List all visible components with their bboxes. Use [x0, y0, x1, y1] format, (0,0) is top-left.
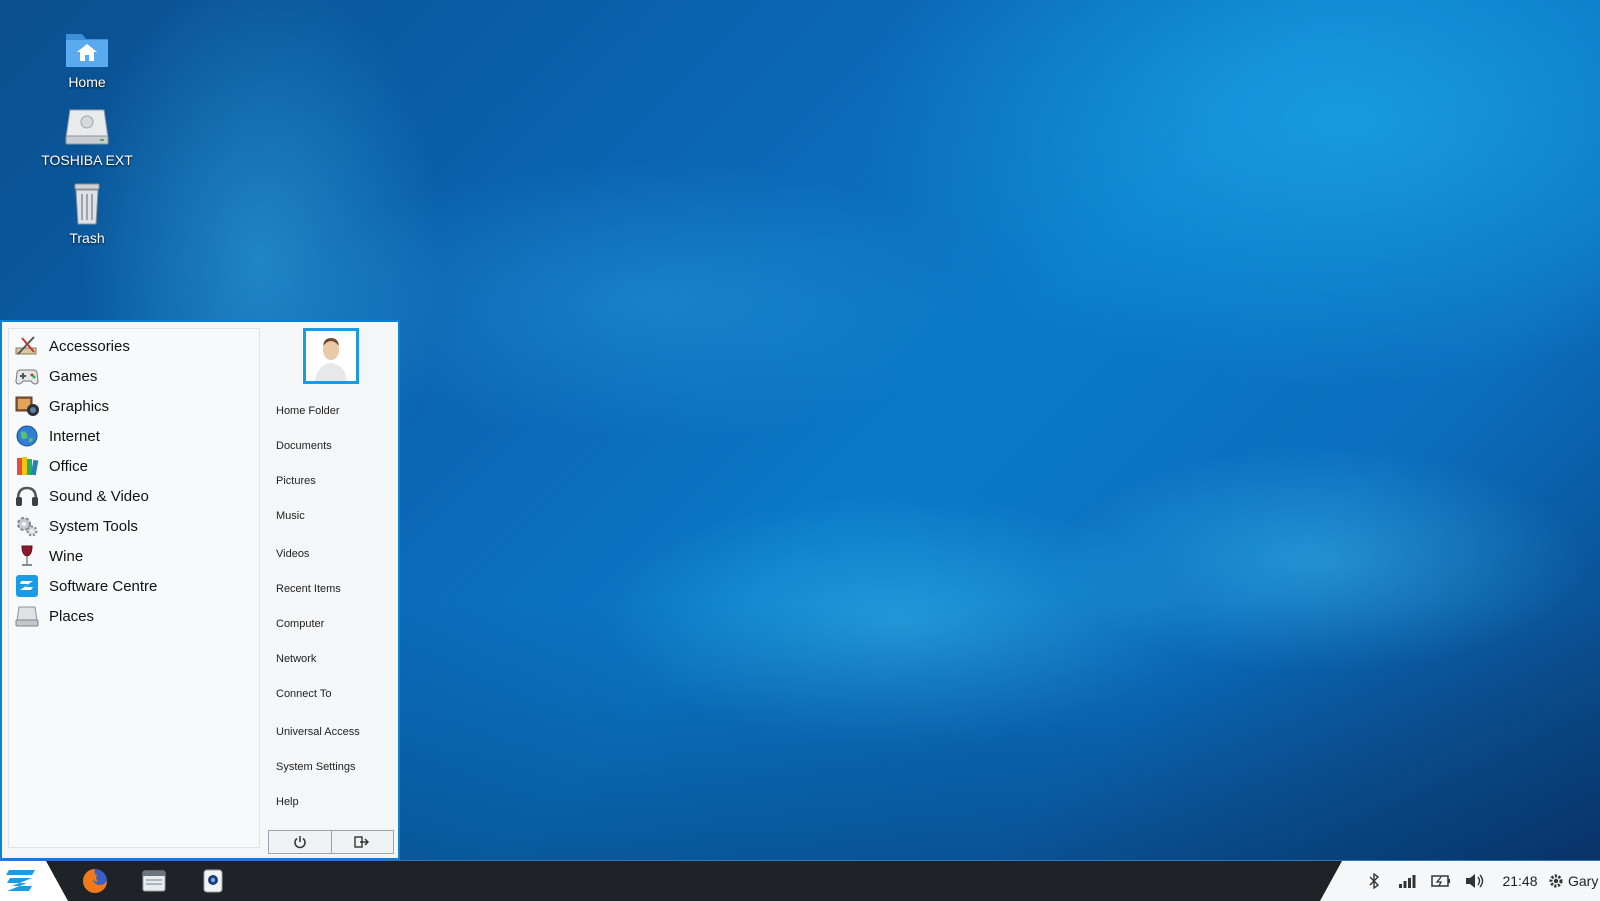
screenshot-icon [203, 869, 223, 893]
start-menu: Accessories Games Graphics Internet Offi [0, 320, 400, 860]
session-buttons [268, 830, 394, 854]
category-games[interactable]: Games [9, 361, 259, 391]
firefox-icon [83, 869, 107, 893]
place-universal-access[interactable]: Universal Access [276, 726, 360, 738]
category-system-tools[interactable]: System Tools [9, 511, 259, 541]
bluetooth-icon [1369, 873, 1380, 889]
desktop-icon-trash[interactable]: Trash [32, 180, 142, 246]
logout-icon [354, 836, 370, 848]
category-label: Software Centre [49, 577, 158, 595]
place-documents[interactable]: Documents [276, 440, 332, 452]
taskbar-file-manager-launcher[interactable] [139, 866, 169, 896]
place-pictures[interactable]: Pictures [276, 475, 316, 487]
user-name: Gary [1568, 873, 1599, 889]
category-office[interactable]: Office [9, 451, 259, 481]
tray-battery[interactable] [1427, 861, 1455, 901]
category-label: Office [49, 457, 88, 475]
office-icon [13, 453, 41, 479]
globe-icon [13, 423, 41, 449]
category-label: Sound & Video [49, 487, 149, 505]
external-drive-icon [65, 109, 109, 145]
taskbar-firefox-launcher[interactable] [80, 866, 110, 896]
user-avatar-icon [306, 331, 356, 381]
desktop-icon-label: Trash [69, 230, 105, 246]
wine-glass-icon [13, 543, 41, 569]
place-videos[interactable]: Videos [276, 548, 309, 560]
graphics-icon [13, 393, 41, 419]
tray-network[interactable] [1393, 861, 1421, 901]
power-icon [294, 836, 306, 849]
user-avatar[interactable] [303, 328, 359, 384]
category-software-centre[interactable]: Software Centre [9, 571, 259, 601]
category-label: Graphics [49, 397, 110, 415]
taskbar-screenshot-launcher[interactable] [198, 866, 228, 896]
system-tray: 21:48 Gary [1320, 861, 1600, 901]
places-panel: Home Folder Documents Pictures Music Vid… [268, 328, 394, 854]
user-menu[interactable]: Gary [1548, 861, 1600, 901]
category-label: Accessories [49, 337, 130, 355]
category-label: System Tools [49, 517, 138, 535]
file-manager-icon [142, 870, 166, 892]
trash-icon [74, 183, 100, 225]
signal-strength-icon [1399, 875, 1416, 888]
desktop-icon-label: Home [68, 74, 106, 90]
place-music[interactable]: Music [276, 510, 305, 522]
category-label: Internet [49, 427, 100, 445]
category-accessories[interactable]: Accessories [9, 331, 259, 361]
gear-icon [1549, 874, 1563, 888]
place-system-settings[interactable]: System Settings [276, 761, 355, 773]
category-sound-video[interactable]: Sound & Video [9, 481, 259, 511]
category-graphics[interactable]: Graphics [9, 391, 259, 421]
tray-bluetooth[interactable] [1362, 861, 1386, 901]
volume-icon [1466, 874, 1484, 888]
headphones-icon [13, 483, 41, 509]
tray-volume[interactable] [1460, 861, 1488, 901]
place-connect-to[interactable]: Connect To [276, 688, 331, 700]
battery-charging-icon [1431, 875, 1450, 887]
home-folder-icon [66, 34, 108, 67]
place-help[interactable]: Help [276, 796, 299, 808]
desktop-icon-label: TOSHIBA EXT [41, 152, 133, 168]
category-label: Wine [49, 547, 84, 565]
place-network[interactable]: Network [276, 653, 316, 665]
start-menu-button[interactable] [0, 861, 68, 901]
taskbar: 21:48 Gary [0, 860, 1600, 901]
gamepad-icon [13, 363, 41, 389]
category-label: Games [49, 367, 98, 385]
desktop-icon-home[interactable]: Home [32, 22, 142, 90]
category-internet[interactable]: Internet [9, 421, 259, 451]
accessories-icon [13, 333, 41, 359]
category-wine[interactable]: Wine [9, 541, 259, 571]
desktop-icon-toshiba-ext[interactable]: TOSHIBA EXT [32, 102, 142, 168]
category-places[interactable]: Places [9, 601, 259, 631]
software-centre-icon [13, 573, 41, 599]
zorin-logo-icon [6, 870, 35, 891]
logout-button[interactable] [330, 831, 394, 853]
place-home-folder[interactable]: Home Folder [276, 405, 340, 417]
drive-icon [13, 603, 41, 629]
category-label: Places [49, 607, 95, 625]
category-list: Accessories Games Graphics Internet Offi [8, 328, 260, 848]
clock[interactable]: 21:48 [1498, 861, 1542, 901]
place-computer[interactable]: Computer [276, 618, 324, 630]
power-button[interactable] [269, 831, 331, 853]
place-recent-items[interactable]: Recent Items [276, 583, 341, 595]
gears-icon [13, 513, 41, 539]
